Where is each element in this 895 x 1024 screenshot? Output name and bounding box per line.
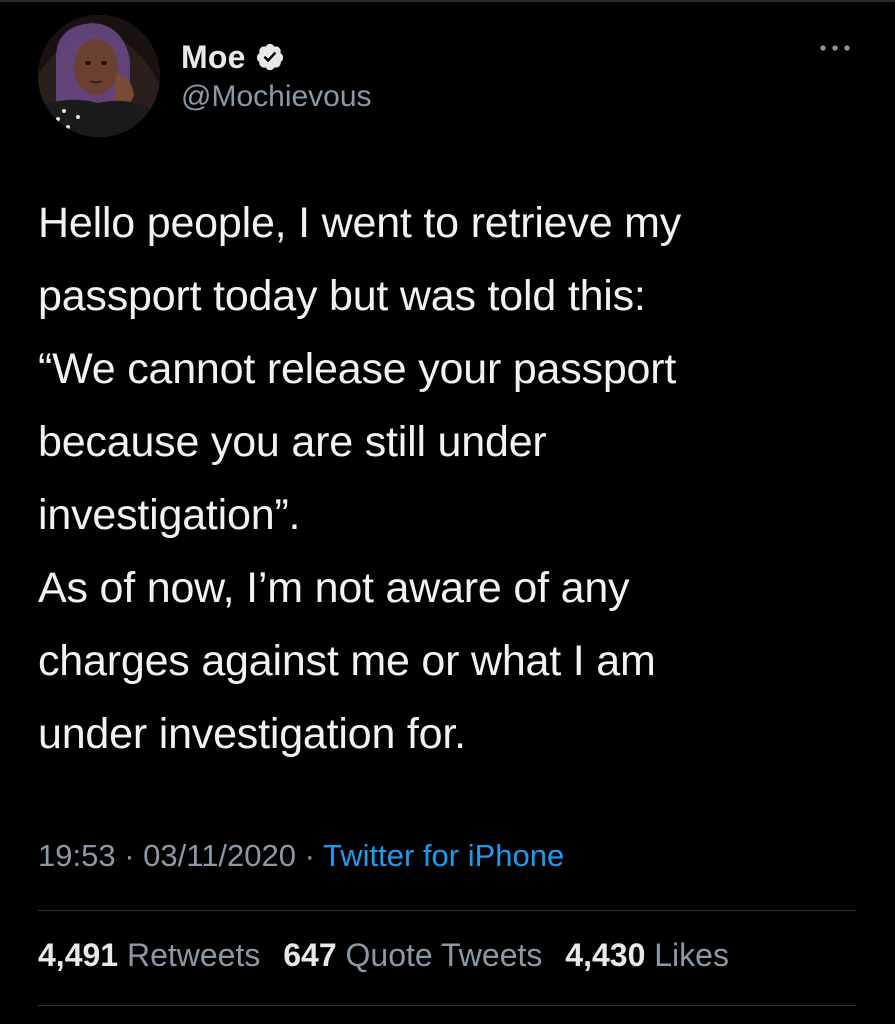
quote-tweets-count: 647 [283, 937, 337, 973]
meta-separator: · [304, 838, 315, 873]
avatar-image [38, 15, 160, 137]
quote-tweets-stat[interactable]: 647 Quote Tweets [283, 937, 542, 973]
retweets-count: 4,491 [38, 937, 119, 973]
verified-badge-icon [255, 42, 285, 72]
stats-bottom-divider [38, 1005, 856, 1006]
tweet-date[interactable]: 03/11/2020 [143, 838, 296, 873]
tweet-stats: 4,491 Retweets 647 Quote Tweets 4,430 Li… [38, 937, 743, 974]
retweets-stat[interactable]: 4,491 Retweets [38, 937, 260, 973]
avatar[interactable] [38, 15, 160, 137]
tweet-text: Hello people, I went to retrieve my pass… [38, 199, 682, 758]
tweet-source-link[interactable]: Twitter for iPhone [323, 838, 564, 873]
author-name-row[interactable]: Moe [181, 37, 285, 77]
likes-stat[interactable]: 4,430 Likes [565, 937, 729, 973]
likes-label: Likes [654, 937, 729, 973]
meta-separator: · [124, 838, 135, 873]
more-horizontal-icon[interactable] [818, 40, 852, 56]
quote-tweets-label: Quote Tweets [345, 937, 543, 973]
author-display-name[interactable]: Moe [181, 39, 246, 76]
stats-top-divider [38, 910, 856, 911]
retweets-label: Retweets [126, 937, 261, 973]
likes-count: 4,430 [565, 937, 646, 973]
tweet-meta: 19:53 · 03/11/2020 · Twitter for iPhone [38, 838, 564, 874]
author-handle[interactable]: @Mochievous [181, 80, 372, 114]
top-divider [0, 0, 895, 2]
tweet-time[interactable]: 19:53 [38, 838, 116, 873]
